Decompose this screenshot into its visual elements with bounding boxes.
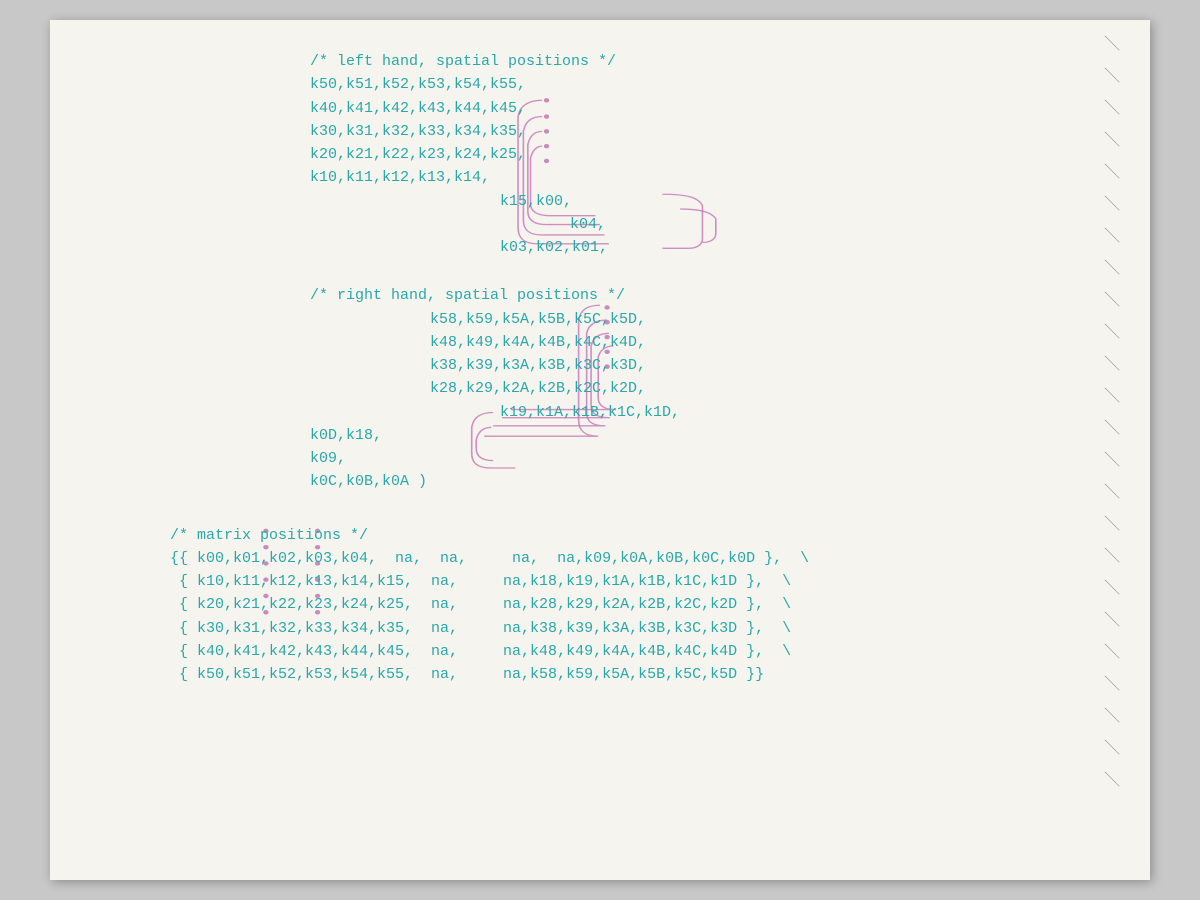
left-hand-comment: /* left hand, spatial positions */ (110, 50, 1090, 73)
matrix-line-1: {{ k00,k01,k02,k03,k04, na, na, na, na,k… (110, 547, 1090, 570)
page: /* left hand, spatial positions */ k50,k… (50, 20, 1150, 880)
left-hand-line-3: k30,k31,k32,k33,k34,k35, (110, 120, 1090, 143)
right-hand-line-7: k09, (110, 447, 1090, 470)
right-hand-line-2: k48,k49,k4A,k4B,k4C,k4D, (110, 331, 1090, 354)
matrix-line-3: { k20,k21,k22,k23,k24,k25, na, na,k28,k2… (110, 593, 1090, 616)
right-hand-line-4: k28,k29,k2A,k2B,k2C,k2D, (110, 377, 1090, 400)
left-hand-line-1: k50,k51,k52,k53,k54,k55, (110, 73, 1090, 96)
right-hand-section: /* right hand, spatial positions */ k58,… (110, 284, 1090, 493)
matrix-line-5: { k40,k41,k42,k43,k44,k45, na, na,k48,k4… (110, 640, 1090, 663)
right-hand-line-5: k19,k1A,k1B,k1C,k1D, (110, 401, 1090, 424)
left-hand-line-4: k20,k21,k22,k23,k24,k25, (110, 143, 1090, 166)
left-hand-line-6: k15,k00, (110, 190, 1090, 213)
right-hand-line-1: k58,k59,k5A,k5B,k5C,k5D, (110, 308, 1090, 331)
right-hand-line-6: k0D,k18, (110, 424, 1090, 447)
left-hand-line-7: k04, (110, 213, 1090, 236)
matrix-line-2: { k10,k11,k12,k13,k14,k15, na, na,k18,k1… (110, 570, 1090, 593)
right-hand-line-3: k38,k39,k3A,k3B,k3C,k3D, (110, 354, 1090, 377)
margin-line: ＼ ＼ ＼ ＼ ＼ ＼ ＼ ＼ ＼ ＼ ＼ ＼ ＼ ＼ ＼ ＼ ＼ ＼ ＼ ＼ … (1100, 20, 1120, 880)
matrix-line-4: { k30,k31,k32,k33,k34,k35, na, na,k38,k3… (110, 617, 1090, 640)
left-hand-section: /* left hand, spatial positions */ k50,k… (110, 50, 1090, 259)
right-hand-line-8: k0C,k0B,k0A ) (110, 470, 1090, 493)
matrix-line-6: { k50,k51,k52,k53,k54,k55, na, na,k58,k5… (110, 663, 1090, 686)
left-hand-line-8: k03,k02,k01, (110, 236, 1090, 259)
right-hand-comment: /* right hand, spatial positions */ (110, 284, 1090, 307)
matrix-comment: /* matrix positions */ (110, 524, 1090, 547)
left-hand-line-2: k40,k41,k42,k43,k44,k45, (110, 97, 1090, 120)
matrix-section: /* matrix positions */ {{ k00,k01,k02,k0… (110, 524, 1090, 687)
left-hand-line-5: k10,k11,k12,k13,k14, (110, 166, 1090, 189)
page-content: /* left hand, spatial positions */ k50,k… (110, 50, 1090, 686)
